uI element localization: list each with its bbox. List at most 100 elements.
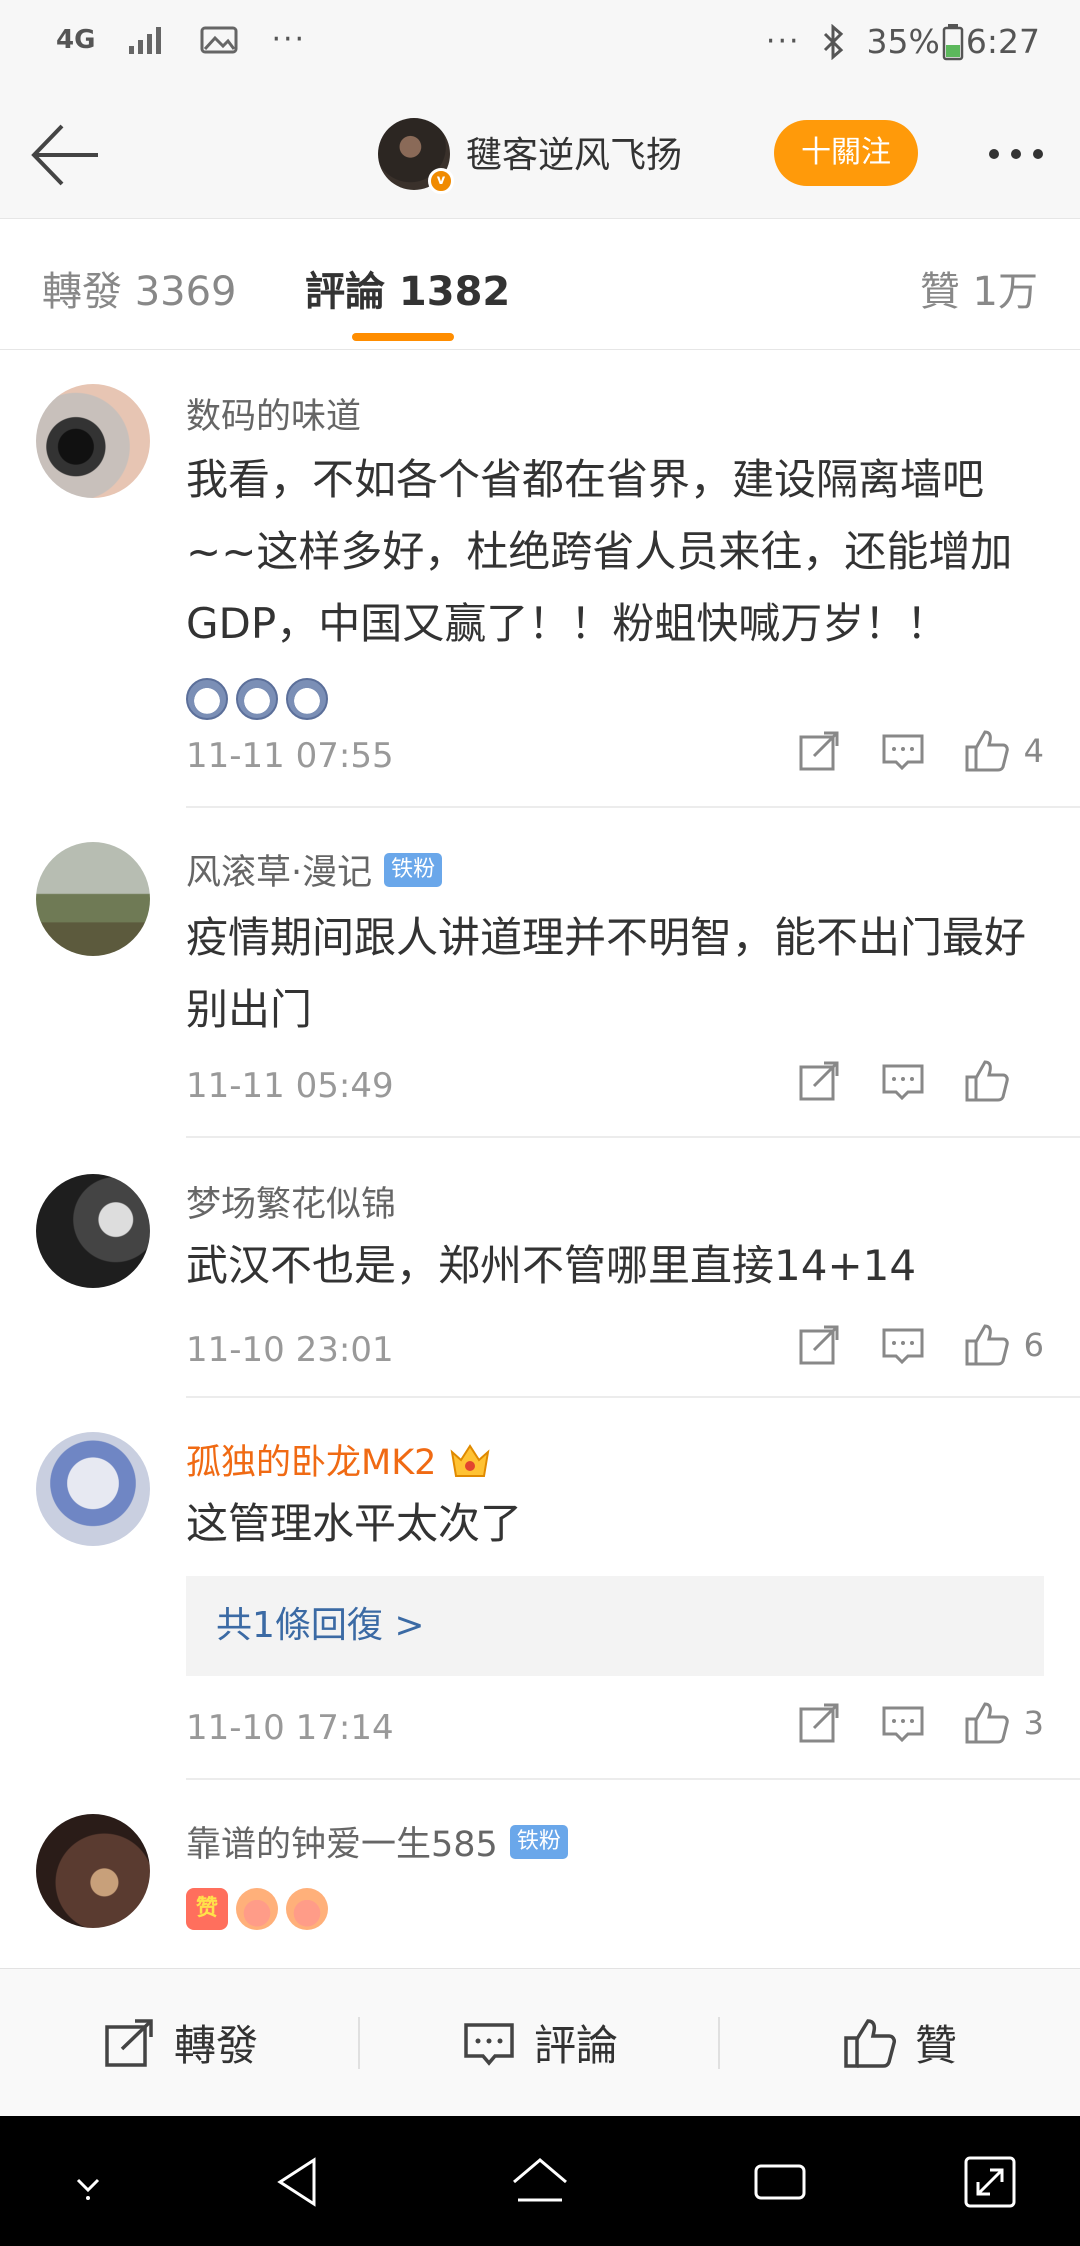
like-button[interactable]: 3: [964, 1700, 1044, 1746]
back-button[interactable]: [26, 116, 104, 194]
status-bar: 4G ··· ··· 35% 6:27: [0, 0, 1080, 92]
pig-emoji-icon: [286, 1887, 328, 1930]
like-post-button[interactable]: 贊: [720, 1969, 1080, 2116]
commenter-name[interactable]: 风滚草·漫记 铁粉: [186, 844, 443, 895]
share-icon: [799, 731, 839, 771]
verified-badge-icon: v: [428, 168, 454, 194]
comment-time: 11-11 05:49: [186, 1066, 394, 1106]
share-button[interactable]: [796, 1058, 842, 1104]
share-button[interactable]: [796, 1700, 842, 1746]
like-button[interactable]: 4: [964, 728, 1044, 774]
tab-comment[interactable]: 評論 1382: [305, 259, 510, 317]
share-icon: [799, 1703, 839, 1743]
repost-button[interactable]: 轉發: [0, 1969, 360, 2116]
status-more-dots: ···: [271, 22, 307, 57]
fan-badge: 铁粉: [509, 1824, 568, 1859]
view-replies-link[interactable]: 共1條回復 >: [186, 1576, 1044, 1676]
share-button[interactable]: [796, 1322, 842, 1368]
signal-icon: [129, 26, 162, 54]
comment-button[interactable]: 評論: [360, 1969, 720, 2116]
thumbs-up-icon: [965, 730, 1009, 772]
comment-actions: 4: [758, 728, 1044, 774]
comment-text: 疫情期间跟人讲道理并不明智，能不出门最好别出门: [186, 913, 1027, 1034]
comment-divider: [186, 806, 1080, 808]
commenter-avatar[interactable]: [36, 384, 150, 498]
sad-face-emoji-icon: [236, 677, 278, 720]
thumbs-up-icon: [965, 1702, 1009, 1744]
tab-like[interactable]: 贊 1万: [920, 259, 1038, 317]
home-nav-icon[interactable]: [510, 2152, 570, 2212]
follow-button[interactable]: 十關注: [774, 120, 918, 186]
sad-face-emoji-icon: [286, 677, 328, 720]
hide-nav-icon[interactable]: [58, 2152, 118, 2212]
comment-icon: [882, 1706, 924, 1743]
bottom-action-bar: 轉發 評論 贊: [0, 1968, 1080, 2116]
commenter-name[interactable]: 梦场繁花似锦: [186, 1176, 396, 1227]
commenter-name[interactable]: 数码的味道: [186, 388, 361, 439]
comment-icon: [882, 1328, 924, 1365]
comment-icon: [882, 1064, 924, 1101]
like-count: 3: [1023, 1704, 1044, 1742]
comment-time: 11-10 23:01: [186, 1330, 394, 1370]
share-icon: [799, 1061, 839, 1101]
share-icon: [799, 1325, 839, 1365]
comment-label: 評論: [533, 2021, 618, 2070]
battery-icon: [942, 23, 964, 60]
back-nav-icon[interactable]: [270, 2152, 330, 2212]
dot-icon: [989, 149, 999, 159]
like-button[interactable]: [964, 1058, 1044, 1104]
like-emoji-icon: 赞: [186, 1887, 228, 1930]
comment-text: 我看，不如各个省都在省界，建设隔离墙吧~~这样多好，杜绝跨省人员来往，还能增加G…: [186, 444, 1046, 732]
comment-icon: [464, 2022, 514, 2066]
dot-icon: [1033, 149, 1043, 159]
reply-button[interactable]: [880, 1700, 926, 1746]
comment-divider: [186, 1136, 1080, 1138]
like-count: 4: [1023, 732, 1044, 770]
comment-actions: 3: [758, 1700, 1044, 1746]
reply-button[interactable]: [880, 1058, 926, 1104]
like-label: 贊: [914, 2021, 957, 2070]
like-count: 6: [1023, 1326, 1044, 1364]
comment-text: 武汉不也是，郑州不管哪里直接14+14: [186, 1241, 917, 1290]
comment-icon: [882, 734, 924, 771]
recents-nav-icon[interactable]: [750, 2152, 810, 2212]
sad-face-emoji-icon: [186, 677, 228, 720]
comment-divider: [186, 1396, 1080, 1398]
gallery-icon: [200, 26, 238, 53]
comment-actions: 6: [758, 1322, 1044, 1368]
commenter-avatar[interactable]: [36, 1814, 150, 1928]
share-icon: [105, 2018, 153, 2067]
share-button[interactable]: [796, 728, 842, 774]
bluetooth-icon: [823, 23, 843, 60]
comment-time: 11-10 17:14: [186, 1708, 394, 1748]
comment-text: 这管理水平太次了: [186, 1499, 523, 1548]
commenter-avatar[interactable]: [36, 1174, 150, 1288]
more-options-button[interactable]: [976, 126, 1056, 182]
commenter-name[interactable]: 靠谱的钟爱一生585 铁粉: [186, 1816, 568, 1867]
thumbs-up-icon: [965, 1324, 1009, 1366]
expand-nav-icon[interactable]: [960, 2152, 1020, 2212]
tab-repost[interactable]: 轉發 3369: [42, 259, 237, 317]
vip-crown-icon: [450, 1443, 490, 1477]
fan-badge: 铁粉: [384, 852, 443, 887]
comment-divider: [186, 1778, 1080, 1780]
reply-button[interactable]: [880, 1322, 926, 1368]
reply-button[interactable]: [880, 728, 926, 774]
like-button[interactable]: 6: [964, 1322, 1044, 1368]
back-arrow-icon: [31, 124, 98, 186]
comment-actions: [758, 1058, 1044, 1104]
commenter-avatar[interactable]: [36, 1432, 150, 1546]
comment-text: 赞: [186, 1870, 1046, 1942]
author-name[interactable]: 毽客逆风飞扬: [466, 126, 682, 178]
top-nav-bar: v 毽客逆风飞扬 十關注: [0, 92, 1080, 218]
commenter-avatar[interactable]: [36, 842, 150, 956]
tab-bar: 轉發 3369 評論 1382 贊 1万: [0, 218, 1080, 350]
thumbs-up-icon: [844, 2018, 896, 2068]
dot-icon: [1011, 149, 1021, 159]
commenter-name-vip[interactable]: 孤独的卧龙MK2: [186, 1434, 492, 1485]
tab-active-indicator: [352, 333, 454, 341]
status-dots-right: ···: [765, 24, 801, 59]
clock: 6:27: [965, 22, 1040, 61]
repost-label: 轉發: [173, 2021, 258, 2070]
battery-percent: 35%: [866, 22, 940, 61]
